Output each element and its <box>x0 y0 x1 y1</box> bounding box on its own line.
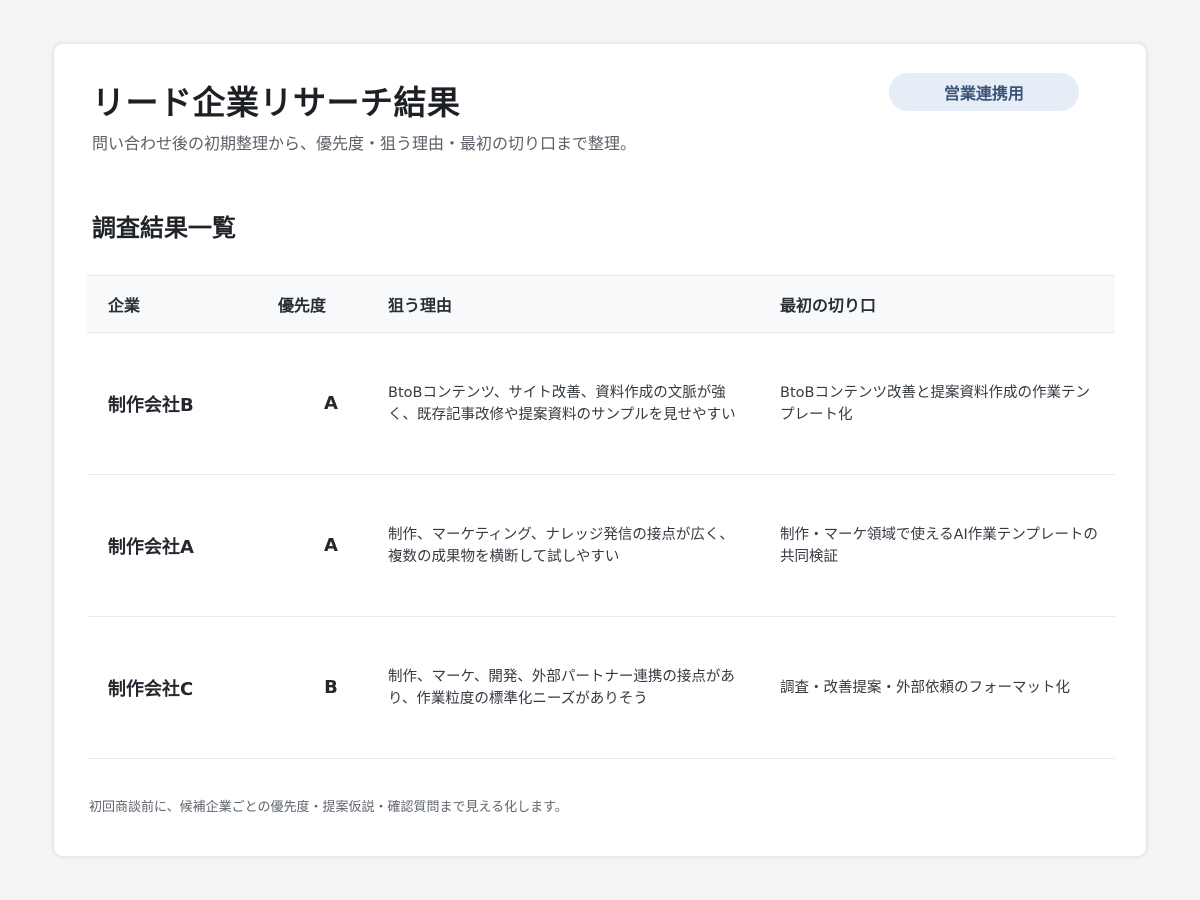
reason-cell: 制作、マーケティング、ナレッジ発信の接点が広く、複数の成果物を横断して試しやすい <box>388 526 734 565</box>
priority-cell: B <box>324 677 338 698</box>
footer-note: 初回商談前に、候補企業ごとの優先度・提案仮説・確認質問まで見える化します。 <box>89 800 568 815</box>
report-card: リード企業リサーチ結果 問い合わせ後の初期整理から、優先度・狙う理由・最初の切り… <box>53 43 1147 857</box>
table-header-row: 企業 優先度 狙う理由 最初の切り口 <box>87 275 1115 333</box>
approach-cell: 調査・改善提案・外部依頼のフォーマット化 <box>780 679 1070 696</box>
table-row: 制作会社C B 制作、マーケ、開発、外部パートナー連携の接点があり、作業粒度の標… <box>87 617 1115 759</box>
reason-cell: BtoBコンテンツ、サイト改善、資料作成の文脈が強く、既存記事改修や提案資料のサ… <box>388 384 736 423</box>
priority-cell: A <box>324 393 338 414</box>
approach-cell: BtoBコンテンツ改善と提案資料作成の作業テンプレート化 <box>780 384 1090 423</box>
table-row: 制作会社B A BtoBコンテンツ、サイト改善、資料作成の文脈が強く、既存記事改… <box>87 333 1115 475</box>
column-header-company: 企業 <box>108 296 141 315</box>
company-cell: 制作会社C <box>108 678 194 700</box>
results-table: 企業 優先度 狙う理由 最初の切り口 制作会社B A BtoBコンテンツ、サイト… <box>87 275 1115 759</box>
column-header-reason: 狙う理由 <box>388 296 453 315</box>
company-cell: 制作会社B <box>108 394 194 416</box>
priority-cell: A <box>324 535 338 556</box>
page-title: リード企業リサーチ結果 <box>92 83 461 122</box>
section-title: 調査結果一覧 <box>92 214 236 242</box>
company-cell: 制作会社A <box>108 536 194 558</box>
approach-cell: 制作・マーケ領域で使えるAI作業テンプレートの共同検証 <box>780 526 1098 565</box>
column-header-approach: 最初の切り口 <box>780 296 877 315</box>
reason-cell: 制作、マーケ、開発、外部パートナー連携の接点があり、作業粒度の標準化ニーズがあり… <box>388 668 735 707</box>
table-row: 制作会社A A 制作、マーケティング、ナレッジ発信の接点が広く、複数の成果物を横… <box>87 475 1115 617</box>
usage-badge: 営業連携用 <box>889 73 1079 111</box>
page-subtitle: 問い合わせ後の初期整理から、優先度・狙う理由・最初の切り口まで整理。 <box>92 134 637 153</box>
column-header-priority: 優先度 <box>278 296 327 315</box>
